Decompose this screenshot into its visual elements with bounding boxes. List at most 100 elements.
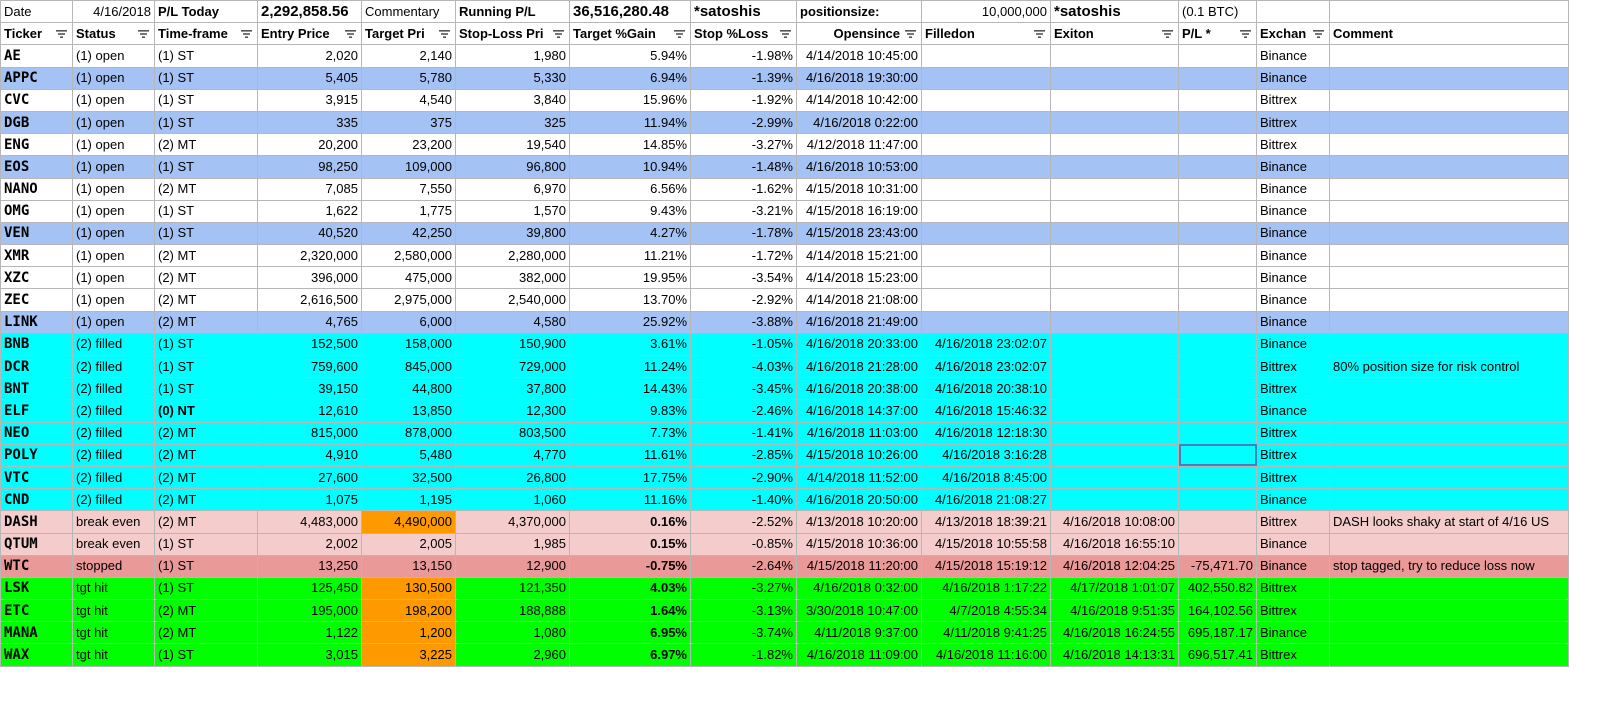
cell-pl[interactable]	[1178, 510, 1257, 534]
cell-exchange[interactable]: Bittrex	[1256, 465, 1330, 490]
cell-target-gain[interactable]: 3.61%	[569, 332, 691, 357]
cell-stop-loss-pct[interactable]: -3.74%	[690, 621, 797, 645]
cell-target-gain[interactable]: 11.24%	[569, 354, 691, 379]
cell-comment[interactable]	[1329, 288, 1569, 312]
cell-time-frame[interactable]: (1) ST	[154, 221, 258, 246]
empty-cell[interactable]	[1256, 0, 1330, 24]
cell-open-since[interactable]: 4/13/2018 10:20:00	[796, 510, 922, 534]
cell-status[interactable]: (1) open	[72, 133, 155, 157]
cell-filled-on[interactable]	[921, 88, 1051, 112]
cell-pl[interactable]	[1178, 133, 1257, 157]
cell-status[interactable]: break even	[72, 510, 155, 534]
cell-exchange[interactable]: Bittrex	[1256, 354, 1330, 379]
cell-exchange[interactable]: Binance	[1256, 66, 1330, 90]
cell-target-price[interactable]: 4,540	[361, 88, 456, 112]
cell-ticker[interactable]: VEN	[0, 221, 73, 246]
cell-stop-loss-price[interactable]: 39,800	[455, 221, 570, 246]
filter-icon[interactable]	[1239, 28, 1252, 40]
cell-open-since[interactable]: 4/15/2018 10:31:00	[796, 177, 922, 201]
cell-pl[interactable]	[1178, 221, 1257, 246]
cell-stop-loss-price[interactable]: 26,800	[455, 465, 570, 490]
cell-ticker[interactable]: EOS	[0, 155, 73, 179]
cell-stop-loss-price[interactable]: 4,580	[455, 310, 570, 334]
cell-status[interactable]: stopped	[72, 554, 155, 578]
cell-comment[interactable]	[1329, 421, 1569, 445]
cell-stop-loss-price[interactable]: 96,800	[455, 155, 570, 179]
cell-exit-on[interactable]	[1050, 377, 1179, 401]
cell-target-gain[interactable]: 10.94%	[569, 155, 691, 179]
cell-ticker[interactable]: NEO	[0, 421, 73, 445]
cell-ticker[interactable]: AE	[0, 44, 73, 68]
cell-filled-on[interactable]	[921, 44, 1051, 68]
cell-exchange[interactable]: Binance	[1256, 288, 1330, 312]
cell-stop-loss-price[interactable]: 1,980	[455, 44, 570, 68]
column-header-entry-price[interactable]: Entry Price	[257, 22, 362, 46]
cell-open-since[interactable]: 4/14/2018 11:52:00	[796, 465, 922, 490]
btc-note-cell[interactable]: (0.1 BTC)	[1178, 0, 1257, 24]
cell-time-frame[interactable]: (2) MT	[154, 266, 258, 290]
cell-target-gain[interactable]: 14.43%	[569, 377, 691, 401]
cell-stop-loss-price[interactable]: 5,330	[455, 66, 570, 90]
cell-entry-price[interactable]: 1,622	[257, 199, 362, 223]
cell-stop-loss-pct[interactable]: -0.85%	[690, 532, 797, 556]
filter-icon[interactable]	[55, 28, 68, 40]
cell-target-gain[interactable]: 7.73%	[569, 421, 691, 445]
cell-stop-loss-price[interactable]: 2,960	[455, 643, 570, 667]
running-pl-label-cell[interactable]: Running P/L	[455, 0, 570, 24]
cell-filled-on[interactable]: 4/16/2018 1:17:22	[921, 576, 1051, 601]
cell-filled-on[interactable]	[921, 155, 1051, 179]
cell-entry-price[interactable]: 195,000	[257, 599, 362, 623]
cell-stop-loss-price[interactable]: 12,300	[455, 399, 570, 423]
cell-entry-price[interactable]: 12,610	[257, 399, 362, 423]
cell-ticker[interactable]: WTC	[0, 554, 73, 578]
cell-target-gain[interactable]: 19.95%	[569, 266, 691, 290]
column-header-comment[interactable]: Comment	[1329, 22, 1569, 46]
cell-stop-loss-pct[interactable]: -3.27%	[690, 133, 797, 157]
cell-exit-on[interactable]	[1050, 266, 1179, 290]
cell-exchange[interactable]: Binance	[1256, 244, 1330, 268]
cell-filled-on[interactable]: 4/16/2018 15:46:32	[921, 399, 1051, 423]
cell-stop-loss-price[interactable]: 6,970	[455, 177, 570, 201]
cell-exit-on[interactable]	[1050, 221, 1179, 246]
cell-target-price[interactable]: 130,500	[361, 576, 456, 601]
cell-stop-loss-pct[interactable]: -3.21%	[690, 199, 797, 223]
cell-time-frame[interactable]: (1) ST	[154, 44, 258, 68]
cell-exit-on[interactable]	[1050, 44, 1179, 68]
cell-exit-on[interactable]	[1050, 354, 1179, 379]
positionsize-value-cell[interactable]: 10,000,000	[921, 0, 1051, 24]
cell-pl[interactable]	[1178, 443, 1257, 467]
cell-stop-loss-price[interactable]: 4,370,000	[455, 510, 570, 534]
cell-comment[interactable]	[1329, 443, 1569, 467]
cell-target-gain[interactable]: 5.94%	[569, 44, 691, 68]
cell-stop-loss-pct[interactable]: -1.41%	[690, 421, 797, 445]
cell-open-since[interactable]: 4/15/2018 23:43:00	[796, 221, 922, 246]
cell-exit-on[interactable]: 4/16/2018 12:04:25	[1050, 554, 1179, 578]
cell-open-since[interactable]: 4/16/2018 0:22:00	[796, 110, 922, 135]
cell-exit-on[interactable]: 4/16/2018 16:55:10	[1050, 532, 1179, 556]
column-header-exit-on[interactable]: Exiton	[1050, 22, 1179, 46]
cell-target-price[interactable]: 5,480	[361, 443, 456, 467]
cell-time-frame[interactable]: (0) NT	[154, 399, 258, 423]
cell-target-price[interactable]: 32,500	[361, 465, 456, 490]
cell-target-price[interactable]: 42,250	[361, 221, 456, 246]
cell-status[interactable]: break even	[72, 532, 155, 556]
cell-open-since[interactable]: 4/14/2018 15:23:00	[796, 266, 922, 290]
cell-pl[interactable]	[1178, 310, 1257, 334]
cell-ticker[interactable]: XZC	[0, 266, 73, 290]
cell-exit-on[interactable]: 4/16/2018 14:13:31	[1050, 643, 1179, 667]
cell-target-price[interactable]: 44,800	[361, 377, 456, 401]
filter-icon[interactable]	[673, 28, 686, 40]
cell-entry-price[interactable]: 1,075	[257, 488, 362, 512]
cell-stop-loss-pct[interactable]: -4.03%	[690, 354, 797, 379]
cell-filled-on[interactable]	[921, 221, 1051, 246]
cell-entry-price[interactable]: 2,002	[257, 532, 362, 556]
cell-entry-price[interactable]: 152,500	[257, 332, 362, 357]
cell-time-frame[interactable]: (2) MT	[154, 621, 258, 645]
cell-comment[interactable]	[1329, 44, 1569, 68]
cell-stop-loss-pct[interactable]: -1.48%	[690, 155, 797, 179]
cell-open-since[interactable]: 3/30/2018 10:47:00	[796, 599, 922, 623]
cell-target-gain[interactable]: 13.70%	[569, 288, 691, 312]
column-header-stop-loss-price[interactable]: Stop-Loss Pri	[455, 22, 570, 46]
cell-entry-price[interactable]: 4,483,000	[257, 510, 362, 534]
cell-open-since[interactable]: 4/15/2018 10:36:00	[796, 532, 922, 556]
